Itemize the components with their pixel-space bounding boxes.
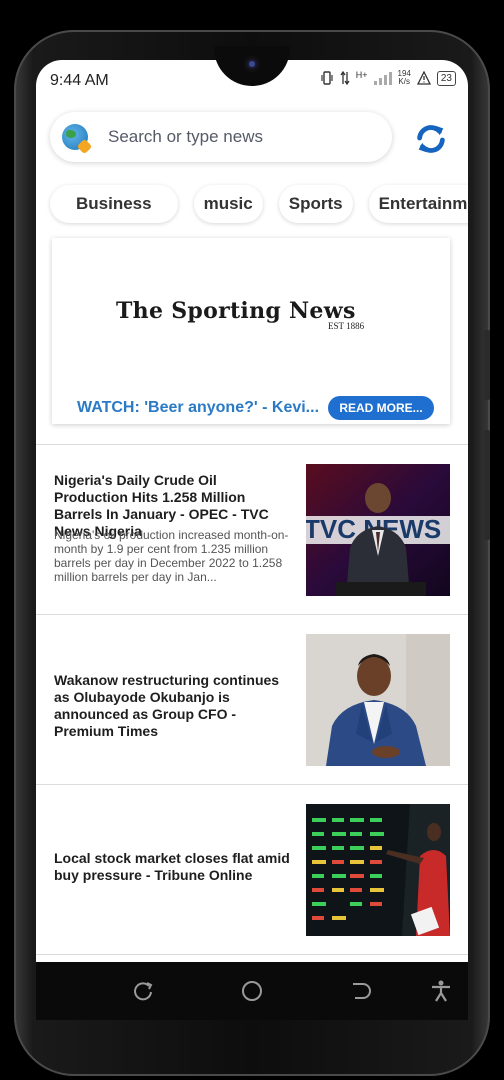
- power-button: [484, 430, 490, 540]
- network-speed: 194 K/s: [397, 69, 411, 86]
- search-input[interactable]: Search or type news: [50, 112, 392, 162]
- news-thumbnail[interactable]: [306, 634, 450, 766]
- recent-apps-icon[interactable]: [132, 980, 154, 1002]
- sporting-news-logo: The Sporting News: [116, 298, 356, 324]
- status-time: 9:44 AM: [50, 72, 109, 89]
- news-item[interactable]: Nigeria's Daily Crude Oil Production Hit…: [36, 446, 468, 614]
- divider: [36, 614, 468, 615]
- chip-business[interactable]: Business: [50, 185, 178, 223]
- navigation-bar: [36, 962, 468, 1020]
- news-title[interactable]: Local stock market closes flat amid buy …: [54, 850, 294, 884]
- battery-icon: 23: [436, 70, 456, 86]
- divider: [36, 954, 468, 955]
- warning-icon: [416, 71, 431, 85]
- stock-market-board-image: [306, 804, 450, 936]
- category-chips: Business music Sports Entertainme: [50, 185, 468, 223]
- front-camera: [244, 56, 260, 72]
- home-icon[interactable]: [241, 980, 263, 1002]
- divider: [36, 784, 468, 785]
- divider: [36, 444, 468, 445]
- volume-button: [484, 330, 490, 400]
- signal-icon: [373, 71, 392, 85]
- news-thumbnail[interactable]: TVC NEWS: [306, 464, 450, 596]
- network-type: H+: [355, 70, 368, 80]
- news-description: Nigeria's oil production increased month…: [54, 528, 289, 584]
- accessibility-icon[interactable]: [430, 980, 452, 1002]
- executive-portrait-image: [306, 634, 450, 766]
- refresh-icon[interactable]: [412, 120, 450, 158]
- chip-music[interactable]: music: [193, 185, 263, 223]
- vibrate-icon: [321, 71, 333, 85]
- globe-icon: [62, 124, 88, 150]
- news-item[interactable]: Wakanow restructuring continues as Oluba…: [36, 616, 468, 784]
- back-icon[interactable]: [349, 980, 371, 1002]
- app-screen: 9:44 AM H+ 194 K/s 23 Search or type new…: [36, 60, 468, 990]
- news-thumbnail[interactable]: [306, 804, 450, 936]
- data-transfer-icon: [340, 71, 350, 85]
- tvc-news-anchor-image: TVC NEWS: [306, 464, 450, 596]
- news-title[interactable]: Wakanow restructuring continues as Oluba…: [54, 672, 294, 740]
- news-item[interactable]: Local stock market closes flat amid buy …: [36, 786, 468, 954]
- chip-entertainment[interactable]: Entertainme: [368, 185, 468, 223]
- chip-sports[interactable]: Sports: [278, 185, 353, 223]
- featured-banner[interactable]: The Sporting News EST 1886 WATCH: 'Beer …: [52, 238, 450, 424]
- search-placeholder: Search or type news: [108, 127, 263, 146]
- status-icons: H+ 194 K/s 23: [320, 70, 456, 86]
- banner-headline[interactable]: WATCH: 'Beer anyone?' - Kevi...: [77, 399, 321, 417]
- read-more-button[interactable]: READ MORE...: [328, 396, 434, 420]
- logo-established: EST 1886: [328, 321, 365, 331]
